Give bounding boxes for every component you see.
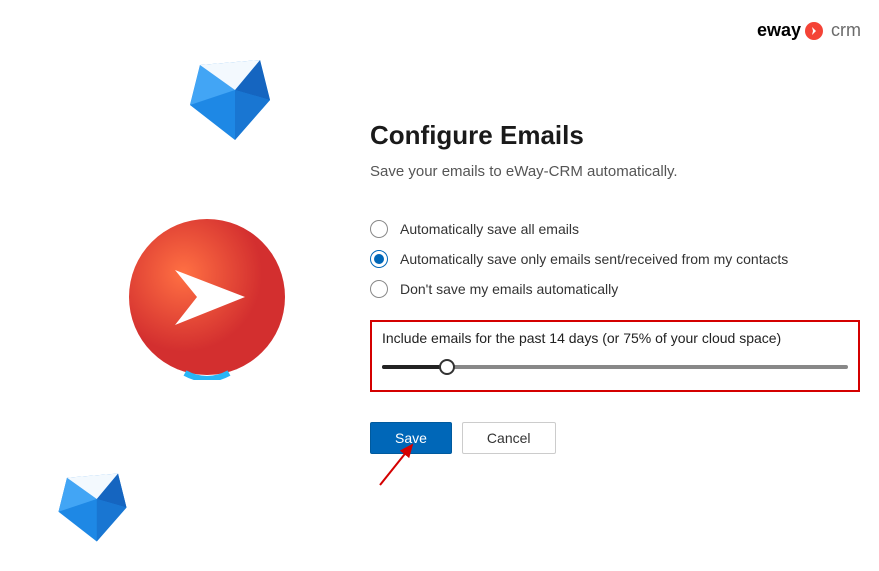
brand-arrow-icon bbox=[805, 22, 823, 40]
history-slider[interactable] bbox=[382, 358, 848, 376]
slider-label: Include emails for the past 14 days (or … bbox=[382, 330, 848, 346]
save-button[interactable]: Save bbox=[370, 422, 452, 454]
page-title: Configure Emails bbox=[370, 120, 860, 151]
brand-text-crm: crm bbox=[831, 20, 861, 41]
option-dont-save[interactable]: Don't save my emails automatically bbox=[370, 280, 860, 298]
radio-icon bbox=[370, 250, 388, 268]
option-save-contacts[interactable]: Automatically save only emails sent/rece… bbox=[370, 250, 860, 268]
slider-fill bbox=[382, 365, 447, 369]
decorative-circle-icon bbox=[125, 215, 290, 380]
brand-text-eway: eway bbox=[757, 20, 801, 41]
option-save-all[interactable]: Automatically save all emails bbox=[370, 220, 860, 238]
decorative-gem-small-icon bbox=[50, 465, 135, 550]
main-panel: Configure Emails Save your emails to eWa… bbox=[370, 120, 860, 454]
email-save-options: Automatically save all emails Automatica… bbox=[370, 220, 860, 298]
radio-icon bbox=[370, 280, 388, 298]
decorative-gem-icon bbox=[180, 50, 280, 150]
button-row: Save Cancel bbox=[370, 422, 860, 454]
brand-logo: eway crm bbox=[757, 20, 861, 41]
option-label: Don't save my emails automatically bbox=[400, 281, 618, 297]
option-label: Automatically save all emails bbox=[400, 221, 579, 237]
slider-highlight-box: Include emails for the past 14 days (or … bbox=[370, 320, 860, 392]
cancel-button[interactable]: Cancel bbox=[462, 422, 556, 454]
slider-thumb[interactable] bbox=[439, 359, 455, 375]
page-subtitle: Save your emails to eWay-CRM automatical… bbox=[370, 163, 860, 180]
radio-icon bbox=[370, 220, 388, 238]
option-label: Automatically save only emails sent/rece… bbox=[400, 251, 788, 267]
